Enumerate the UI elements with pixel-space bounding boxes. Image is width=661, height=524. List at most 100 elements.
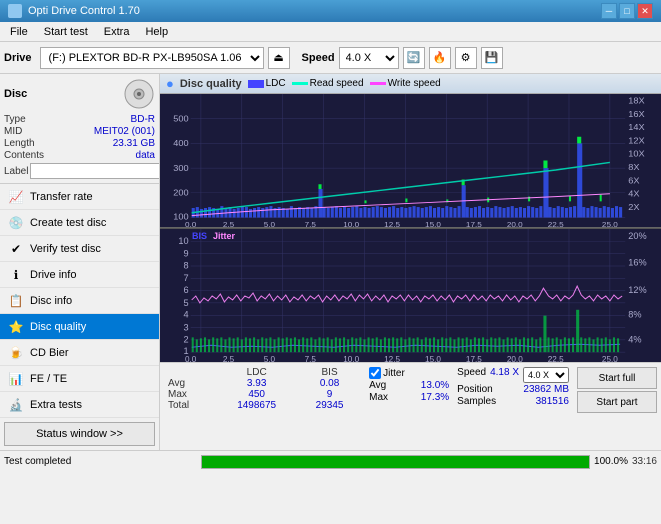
mid-label: MID	[4, 126, 22, 137]
svg-text:7.5: 7.5	[305, 220, 317, 227]
legend-write-speed-label: Write speed	[388, 78, 441, 89]
charts-area: 500 400 300 200 100 18X 16X 14X 12X 10X …	[160, 94, 661, 362]
svg-text:20%: 20%	[628, 231, 646, 241]
maximize-button[interactable]: □	[619, 3, 635, 19]
status-btn-label: Status window >>	[36, 428, 123, 440]
sidebar-item-disc-quality[interactable]: ⭐ Disc quality	[0, 314, 159, 340]
start-full-button[interactable]: Start full	[577, 367, 657, 389]
svg-text:15.0: 15.0	[425, 355, 441, 362]
svg-text:9: 9	[184, 249, 189, 259]
length-label: Length	[4, 138, 35, 149]
svg-text:0.0: 0.0	[185, 355, 197, 362]
right-content: ● Disc quality LDC Read speed Write spee…	[160, 74, 661, 450]
jitter-max-value: 17.3%	[421, 392, 449, 403]
menu-start-test[interactable]: Start test	[38, 25, 94, 39]
legend-read-speed: Read speed	[292, 78, 364, 89]
cd-bier-icon: 🍺	[8, 345, 24, 361]
content-area: Disc Type BD-R MID MEIT02 (001) Length 2…	[0, 74, 661, 450]
mid-value: MEIT02 (001)	[94, 126, 155, 137]
save-button[interactable]: 💾	[481, 47, 503, 69]
svg-text:5.0: 5.0	[264, 220, 276, 227]
drive-select[interactable]: (F:) PLEXTOR BD-R PX-LB950SA 1.06	[40, 47, 264, 69]
disc-quality-icon: ⭐	[8, 319, 24, 335]
svg-text:10X: 10X	[628, 149, 644, 159]
disc-info-panel: Disc Type BD-R MID MEIT02 (001) Length 2…	[0, 74, 159, 184]
svg-text:4X: 4X	[628, 189, 639, 199]
app-title: Opti Drive Control 1.70	[28, 5, 140, 17]
menu-help[interactable]: Help	[139, 25, 174, 39]
svg-text:12X: 12X	[628, 136, 644, 146]
svg-text:5.0: 5.0	[264, 355, 276, 362]
svg-text:0.0: 0.0	[185, 220, 197, 227]
svg-text:16X: 16X	[628, 109, 644, 119]
legend-ldc: LDC	[248, 78, 286, 89]
svg-text:4%: 4%	[628, 334, 641, 344]
disc-icon	[123, 78, 155, 110]
sidebar-item-label: Verify test disc	[30, 243, 101, 255]
refresh-button[interactable]: 🔄	[403, 47, 425, 69]
total-bis: 29345	[298, 400, 361, 411]
svg-text:8: 8	[184, 261, 189, 271]
avg-bis: 0.08	[298, 378, 361, 389]
svg-text:17.5: 17.5	[466, 220, 483, 227]
sidebar-item-fe-te[interactable]: 📊 FE / TE	[0, 366, 159, 392]
type-label: Type	[4, 114, 26, 125]
sidebar-item-verify-test-disc[interactable]: ✔ Verify test disc	[0, 236, 159, 262]
svg-text:12%: 12%	[628, 285, 646, 295]
sidebar-item-label: Extra tests	[30, 399, 82, 411]
menu-extra[interactable]: Extra	[98, 25, 136, 39]
btn-actions: Start full Start part	[577, 367, 657, 413]
settings-button[interactable]: ⚙	[455, 47, 477, 69]
svg-text:10: 10	[178, 236, 188, 246]
speed-stat-select[interactable]: 4.0 X	[523, 367, 569, 383]
length-value: 23.31 GB	[113, 138, 155, 149]
stats-area: LDC BIS Avg 3.93 0.08 Max	[160, 362, 661, 450]
svg-text:400: 400	[173, 139, 188, 149]
eject-button[interactable]: ⏏	[268, 47, 290, 69]
legend-ldc-label: LDC	[266, 78, 286, 89]
status-window-button[interactable]: Status window >>	[4, 422, 155, 446]
jitter-checkbox[interactable]	[369, 367, 381, 379]
sidebar-item-create-test-disc[interactable]: 💿 Create test disc	[0, 210, 159, 236]
minimize-button[interactable]: ─	[601, 3, 617, 19]
close-button[interactable]: ✕	[637, 3, 653, 19]
speed-select[interactable]: 4.0 X	[339, 47, 399, 69]
sidebar-item-extra-tests[interactable]: 🔬 Extra tests	[0, 392, 159, 418]
svg-text:6X: 6X	[628, 176, 639, 186]
drive-info-icon: ℹ	[8, 267, 24, 283]
svg-text:10.0: 10.0	[343, 220, 360, 227]
contents-value: data	[136, 150, 155, 161]
svg-text:3: 3	[184, 323, 189, 333]
ldc-col-header: LDC	[215, 367, 298, 378]
avg-label: Avg	[164, 378, 215, 389]
sidebar-item-disc-info[interactable]: 📋 Disc info	[0, 288, 159, 314]
svg-text:14X: 14X	[628, 122, 644, 132]
label-input[interactable]	[30, 163, 160, 179]
svg-text:7: 7	[184, 273, 189, 283]
svg-text:200: 200	[173, 188, 188, 198]
position-label: Position	[457, 384, 493, 395]
svg-text:22.5: 22.5	[548, 355, 564, 362]
jitter-label: Jitter	[383, 368, 405, 379]
svg-text:2.5: 2.5	[223, 220, 235, 227]
svg-text:2: 2	[184, 334, 189, 344]
start-part-button[interactable]: Start part	[577, 391, 657, 413]
svg-text:15.0: 15.0	[425, 220, 442, 227]
sidebar-item-transfer-rate[interactable]: 📈 Transfer rate	[0, 184, 159, 210]
svg-text:12.5: 12.5	[384, 220, 401, 227]
svg-text:22.5: 22.5	[548, 220, 565, 227]
burn-button[interactable]: 🔥	[429, 47, 451, 69]
svg-text:4: 4	[184, 310, 189, 320]
sidebar-item-drive-info[interactable]: ℹ Drive info	[0, 262, 159, 288]
menu-file[interactable]: File	[4, 25, 34, 39]
sidebar-item-label: CD Bier	[30, 347, 69, 359]
svg-text:6: 6	[184, 285, 189, 295]
avg-ldc: 3.93	[215, 378, 298, 389]
svg-text:16%: 16%	[628, 258, 646, 268]
position-value: 23862 MB	[523, 384, 569, 395]
sidebar-item-cd-bier[interactable]: 🍺 CD Bier	[0, 340, 159, 366]
nav-items: 📈 Transfer rate 💿 Create test disc ✔ Ver…	[0, 184, 159, 418]
type-value: BD-R	[131, 114, 155, 125]
svg-text:20.0: 20.0	[507, 355, 523, 362]
sidebar-item-label: Transfer rate	[30, 191, 93, 203]
